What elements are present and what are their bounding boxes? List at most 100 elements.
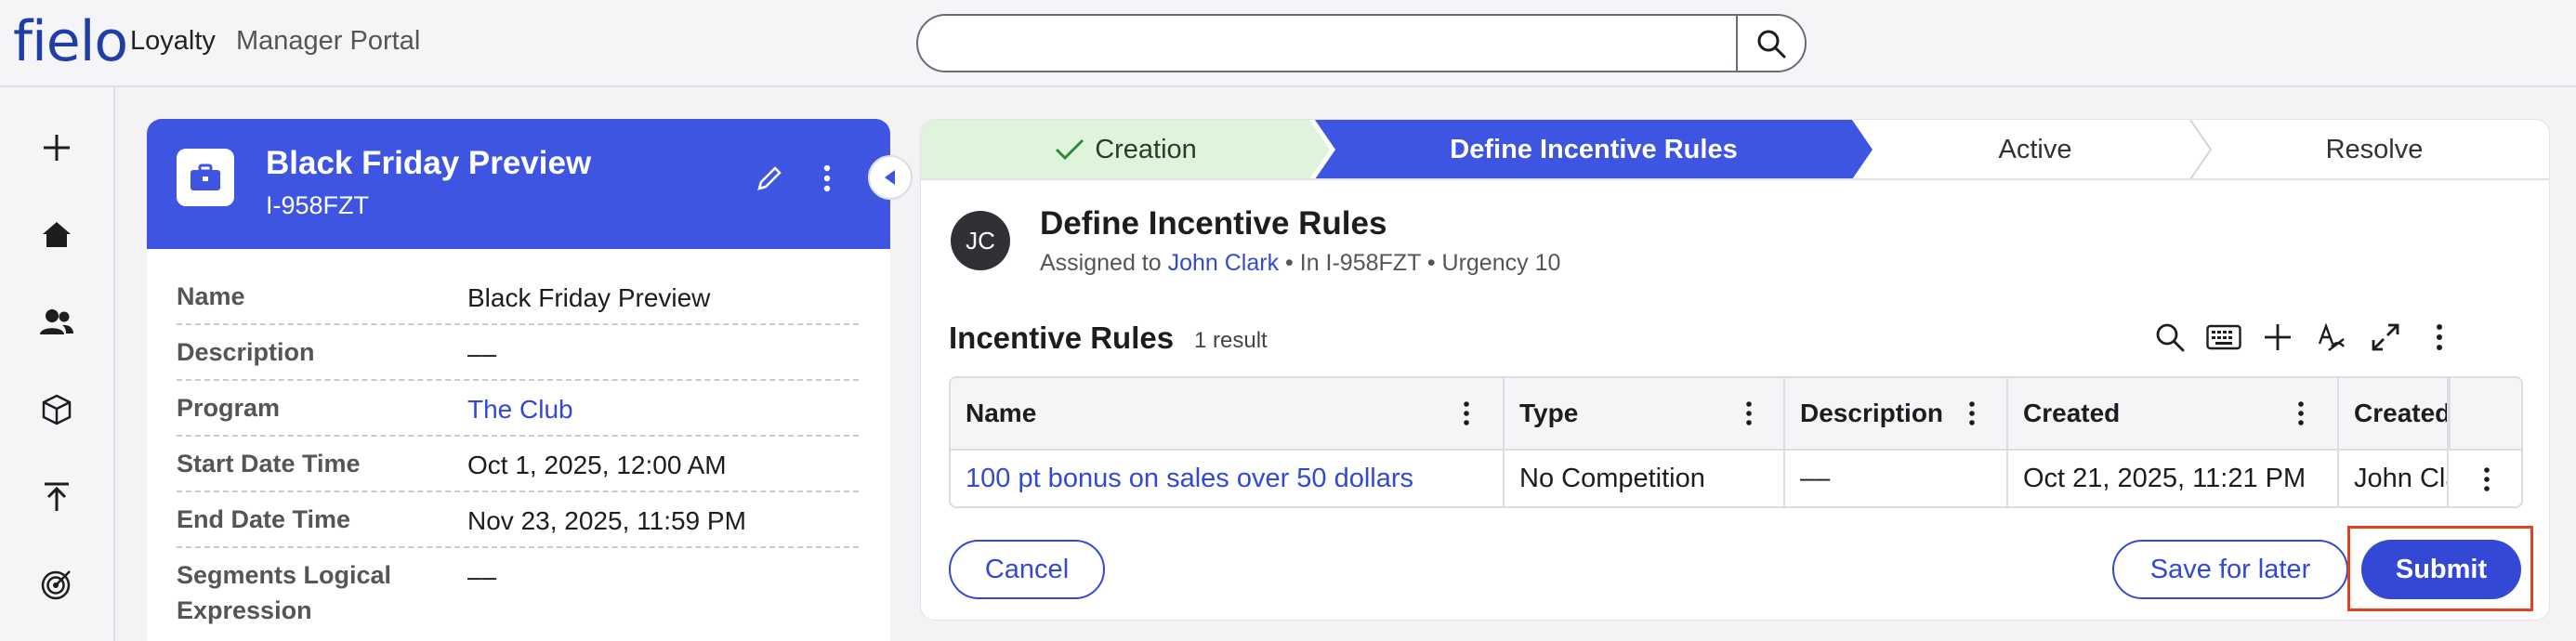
table-cell-description: ––: [1785, 451, 2008, 506]
table-cell-created: Oct 21, 2025, 11:21 PM: [2008, 451, 2339, 506]
expand-icon: [2372, 323, 2399, 351]
program-link[interactable]: The Club: [467, 392, 573, 427]
pencil-icon: [757, 166, 782, 190]
save-for-later-button[interactable]: Save for later: [2112, 540, 2348, 599]
field-label: Segments Logical Expression: [177, 561, 392, 624]
incentive-rules-table: Name Type Description Created Created By…: [949, 376, 2523, 508]
app-subtitle: Manager Portal: [236, 26, 421, 56]
task-meta-text: • In I-958FZT • Urgency 10: [1285, 250, 1561, 276]
step-label: Creation: [1095, 134, 1197, 164]
task-meta: Assigned to John Clark • In I-958FZT • U…: [1040, 250, 1560, 277]
home-icon: [43, 222, 71, 247]
field-end-date: End Date Time Nov 23, 2025, 11:59 PM: [177, 502, 859, 548]
step-resolve[interactable]: Resolve: [2198, 120, 2549, 179]
row-menu-button[interactable]: [2449, 451, 2521, 506]
search-rules-button[interactable]: [2149, 317, 2190, 358]
column-title: Created: [2023, 399, 2121, 427]
keyboard-icon: [2206, 324, 2241, 350]
text-format-button[interactable]: [2311, 317, 2352, 358]
cell-text: Oct 21, 2025, 11:21 PM: [2023, 464, 2307, 493]
more-vertical-icon: [1464, 401, 1469, 425]
column-menu-button[interactable]: [1958, 397, 1986, 430]
column-menu-button[interactable]: [1452, 397, 1480, 430]
nav-rail: [0, 87, 115, 641]
column-header-type[interactable]: Type: [1505, 378, 1785, 451]
cube-icon: [42, 394, 72, 425]
column-menu-button[interactable]: [1735, 397, 1763, 430]
column-header-name[interactable]: Name: [951, 378, 1505, 451]
nav-home[interactable]: [32, 210, 82, 260]
column-menu-button[interactable]: [2287, 397, 2315, 430]
step-creation[interactable]: Creation: [921, 120, 1330, 179]
field-label: Start Date Time: [177, 450, 361, 477]
nav-export[interactable]: [32, 472, 82, 522]
task-title: Define Incentive Rules: [1040, 205, 1387, 242]
plus-icon: [2265, 324, 2291, 350]
more-vertical-icon: [1746, 401, 1752, 425]
edit-button[interactable]: [751, 160, 788, 197]
column-title: Description: [1800, 399, 1944, 427]
text-format-icon: [2318, 322, 2345, 351]
expand-button[interactable]: [2365, 317, 2406, 358]
nav-incentives[interactable]: [32, 559, 82, 609]
keyboard-button[interactable]: [2203, 317, 2244, 358]
cell-text: No Competition: [1519, 464, 1705, 493]
search-icon: [2156, 323, 2185, 352]
column-title: Created By: [2354, 399, 2449, 427]
search-input[interactable]: [935, 16, 1715, 71]
column-header-created-by[interactable]: Created By: [2339, 378, 2449, 451]
nav-members[interactable]: [32, 297, 82, 347]
column-header-created[interactable]: Created: [2008, 378, 2339, 451]
cell-text: ––: [1800, 464, 1831, 493]
stage-stepper: Creation Define Incentive Rules Active R…: [921, 120, 2549, 180]
app-name: Loyalty: [130, 26, 216, 56]
cancel-button[interactable]: Cancel: [949, 540, 1105, 599]
result-count: 1 result: [1194, 328, 1268, 353]
record-title: Black Friday Preview: [266, 145, 592, 181]
step-active[interactable]: Active: [1860, 120, 2211, 179]
submit-button[interactable]: Submit: [2361, 540, 2521, 599]
field-value: Black Friday Preview: [467, 283, 711, 312]
cell-text: John Clark: [2354, 464, 2447, 493]
table-cell-name: 100 pt bonus on sales over 50 dollars: [951, 451, 1505, 506]
upload-icon: [45, 482, 69, 511]
table-header: Name Type Description Created Created By: [951, 378, 2521, 451]
step-label: Define Incentive Rules: [1450, 134, 1738, 164]
field-name: Name Black Friday Preview: [177, 279, 859, 325]
record-id: I-958FZT: [266, 191, 370, 219]
assignee-link[interactable]: John Clark: [1168, 250, 1280, 276]
more-vertical-icon: [2484, 467, 2490, 491]
field-value: Nov 23, 2025, 11:59 PM: [467, 506, 746, 535]
field-value: Oct 1, 2025, 12:00 AM: [467, 451, 727, 479]
more-vertical-icon: [823, 164, 831, 192]
top-bar: fielo Loyalty Manager Portal: [0, 0, 2576, 87]
plus-icon: [44, 135, 70, 161]
briefcase-icon: [177, 149, 234, 206]
table-cell-created-by: John Clark: [2339, 451, 2449, 506]
new-button[interactable]: [32, 123, 82, 173]
search-button[interactable]: [1736, 16, 1805, 71]
step-label: Active: [1998, 134, 2072, 164]
more-vertical-icon: [2437, 324, 2442, 350]
collapse-panel-button[interactable]: [868, 155, 913, 200]
nav-products[interactable]: [32, 385, 82, 435]
step-define-incentive-rules[interactable]: Define Incentive Rules: [1315, 120, 1873, 179]
record-more-button[interactable]: [808, 160, 846, 197]
column-title: Name: [966, 399, 1037, 427]
field-label: Name: [177, 282, 245, 310]
field-value: ––: [467, 339, 497, 368]
fielo-logo[interactable]: fielo: [13, 11, 128, 72]
record-header: Black Friday Preview I-958FZT: [147, 119, 890, 249]
header-divider: [2449, 378, 2451, 451]
section-title: Incentive Rules: [949, 320, 1175, 355]
column-title: Type: [1519, 399, 1579, 427]
field-start-date: Start Date Time Oct 1, 2025, 12:00 AM: [177, 446, 859, 492]
target-icon: [41, 570, 71, 600]
rule-name-link[interactable]: 100 pt bonus on sales over 50 dollars: [966, 464, 1413, 494]
record-detail-panel: Black Friday Preview I-958FZT Name Black…: [147, 119, 890, 641]
add-rule-button[interactable]: [2257, 317, 2298, 358]
rules-more-button[interactable]: [2419, 317, 2460, 358]
users-icon: [40, 309, 73, 334]
search-icon: [1757, 30, 1786, 58]
column-header-description[interactable]: Description: [1785, 378, 2008, 451]
